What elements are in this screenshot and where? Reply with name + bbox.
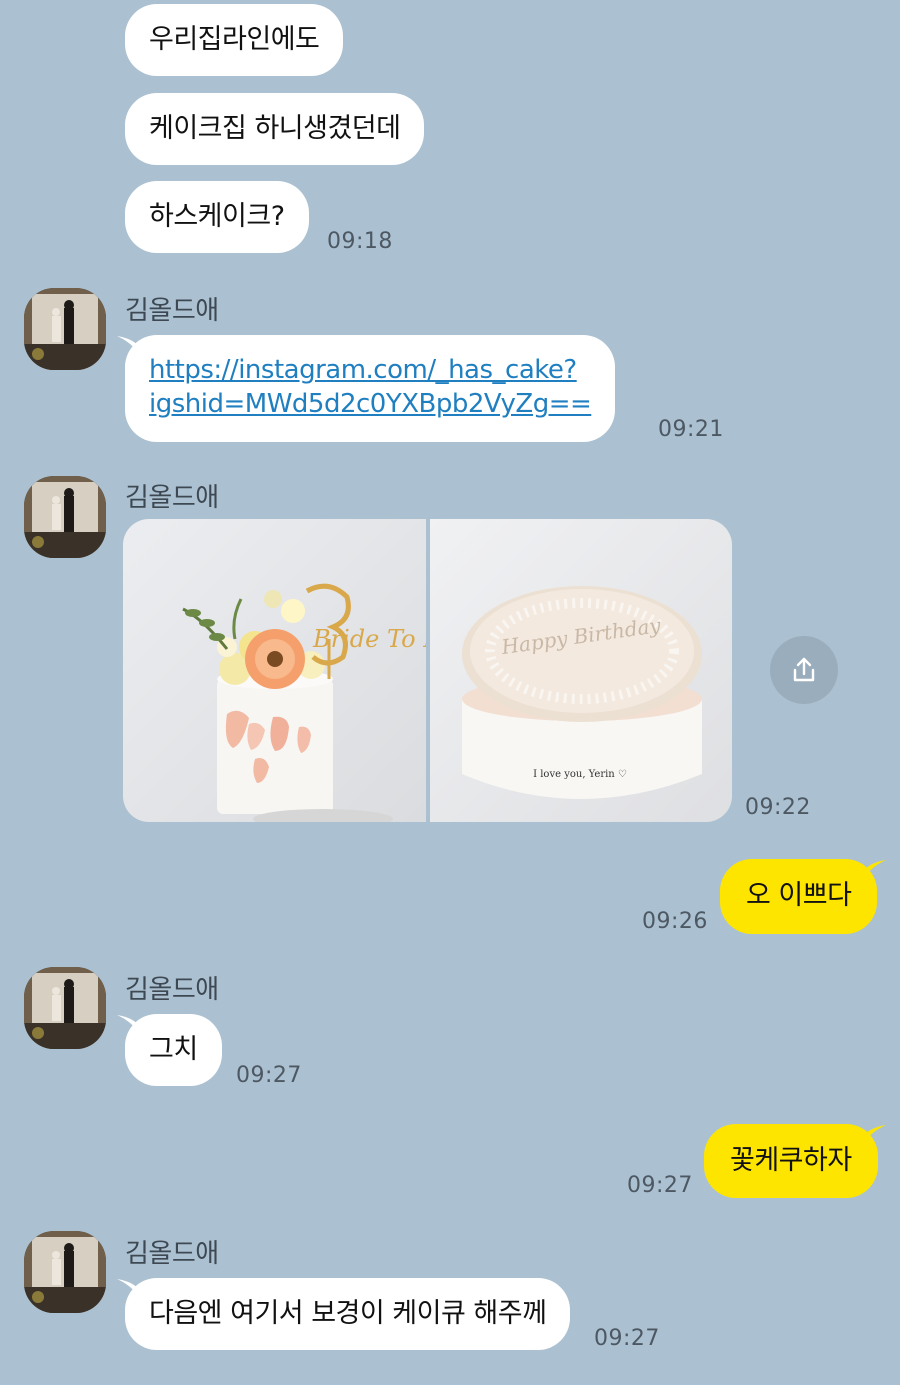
avatar[interactable] (24, 967, 106, 1049)
avatar-photo (24, 476, 106, 558)
sender-name: 김올드애 (125, 975, 219, 1005)
message-text: 오 이쁘다 (746, 880, 852, 911)
message-time: 09:27 (627, 1173, 693, 1198)
message-bubble[interactable]: 그치 (125, 1014, 222, 1086)
message-text: 다음엔 여기서 보경이 케이큐 해주께 (149, 1298, 547, 1329)
message-bubble[interactable]: 우리집라인에도 (125, 4, 344, 76)
sender-name: 김올드애 (125, 1239, 219, 1269)
message-time: 09:22 (745, 795, 811, 820)
share-icon (793, 657, 815, 682)
share-button[interactable] (770, 636, 838, 704)
message-text: 우리집라인에도 (149, 24, 320, 55)
message-text: 그치 (149, 1034, 198, 1065)
link-text[interactable]: https://instagram.com/_has_cake? (149, 353, 591, 387)
my-message-bubble[interactable]: 오 이쁘다 (720, 859, 878, 934)
avatar-photo (24, 1231, 106, 1313)
message-time: 09:21 (658, 417, 724, 442)
message-time: 09:27 (236, 1063, 302, 1088)
message-text: 하스케이크? (149, 201, 285, 232)
link-text[interactable]: igshid=MWd5d2c0YXBpb2VyZg== (149, 387, 592, 421)
link-bubble[interactable]: https://instagram.com/_has_cake? igshid=… (125, 335, 616, 442)
message-bubble[interactable]: 케이크집 하니생겼던데 (125, 93, 425, 165)
cake-topper-text: Bride To Be (312, 625, 426, 653)
message-text: 케이크집 하니생겼던데 (149, 113, 401, 144)
my-message-bubble[interactable]: 꽃케쿠하자 (704, 1124, 878, 1198)
flower-cake-image: Bride To Be (123, 519, 426, 822)
avatar[interactable] (24, 476, 106, 558)
avatar[interactable] (24, 1231, 106, 1313)
avatar[interactable] (24, 288, 106, 370)
cake-side-text: I love you, Yerin ♡ (533, 769, 627, 780)
cake-photo-right[interactable]: Happy Birthday I love you, Yerin ♡ (430, 519, 732, 822)
cake-photo-left[interactable]: Bride To Be (123, 519, 426, 822)
sender-name: 김올드애 (125, 483, 219, 513)
avatar-photo (24, 288, 106, 370)
message-text: 꽃케쿠하자 (730, 1145, 852, 1176)
message-bubble[interactable]: 하스케이크? (125, 181, 309, 253)
sender-name: 김올드애 (125, 296, 219, 326)
message-time: 09:18 (327, 229, 393, 254)
message-time: 09:27 (594, 1326, 660, 1351)
message-bubble[interactable]: 다음엔 여기서 보경이 케이큐 해주께 (125, 1278, 571, 1350)
message-time: 09:26 (642, 909, 708, 934)
birthday-cake-image: Happy Birthday I love you, Yerin ♡ (430, 519, 732, 822)
avatar-photo (24, 967, 106, 1049)
